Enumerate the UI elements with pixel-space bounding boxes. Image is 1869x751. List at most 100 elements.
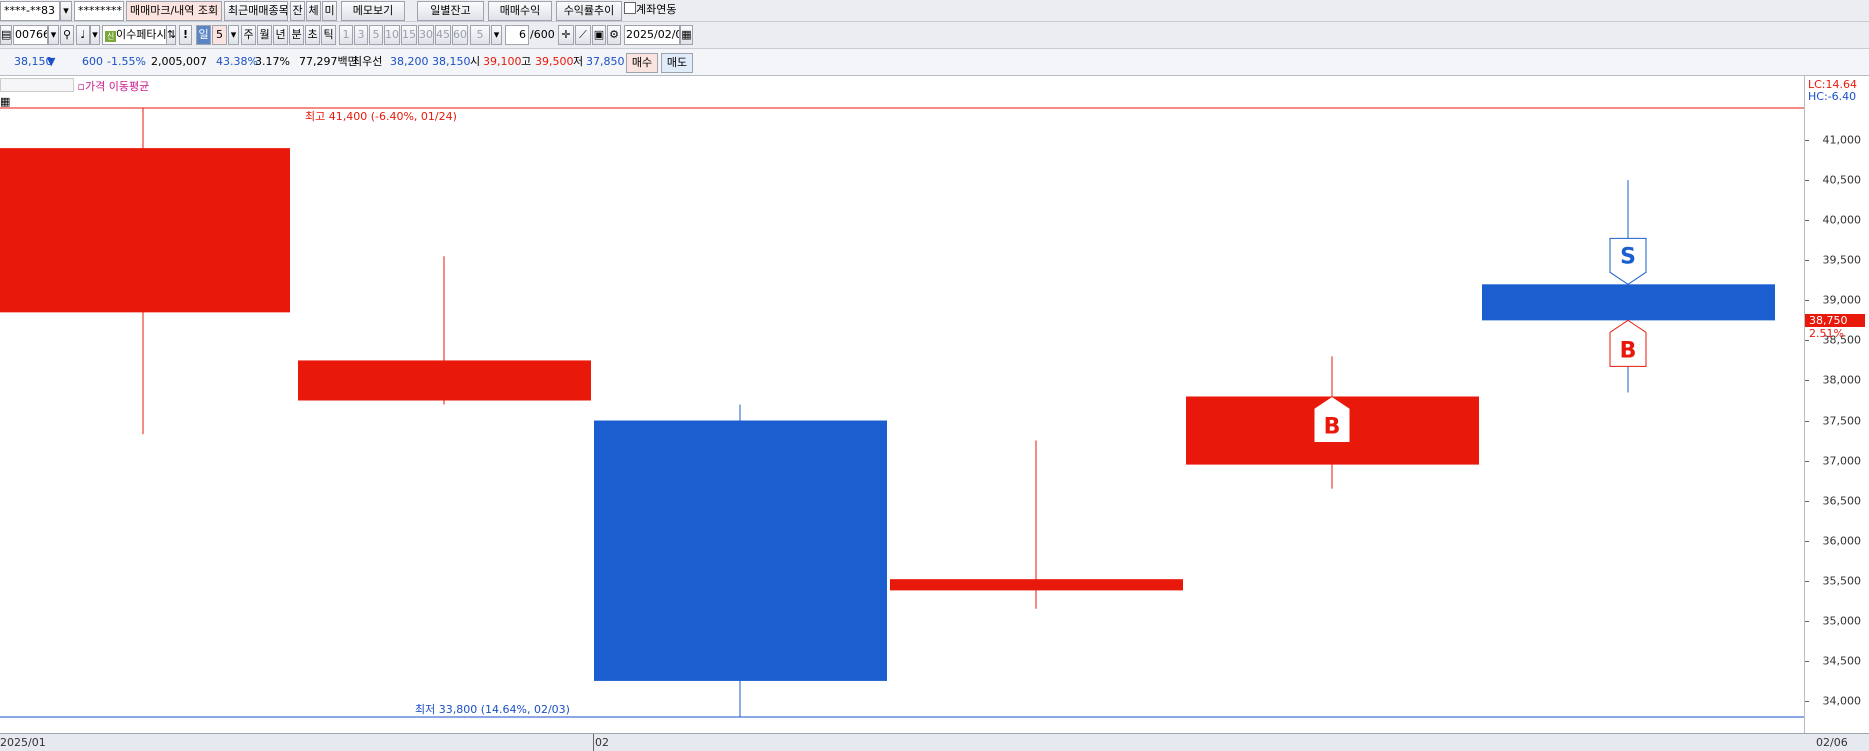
grid-table-icon[interactable]: ▦: [0, 96, 12, 108]
candlestick-chart[interactable]: 최고 41,400 (-6.40%, 01/24) 최저 33,800 (14.6…: [0, 76, 1804, 733]
interval-button-45[interactable]: 45: [435, 25, 451, 45]
period-tick-button[interactable]: 틱: [321, 25, 336, 45]
interval-button-60[interactable]: 60: [452, 25, 468, 45]
open-price: 39,100: [483, 55, 522, 68]
trade-profit-button[interactable]: 매매수익: [488, 1, 552, 21]
period-second-button[interactable]: 초: [305, 25, 320, 45]
recent-trades-button[interactable]: 최근매매종목: [224, 1, 288, 21]
credit-badge-icon: 신: [105, 31, 116, 42]
price-tick-mark: [1805, 500, 1809, 502]
chevron-down-icon: ▾: [63, 4, 69, 17]
interval-button-15[interactable]: 15: [401, 25, 417, 45]
signal-label-s: S: [1620, 244, 1636, 269]
price-tick-mark: [1805, 700, 1809, 702]
period-number-select[interactable]: 5: [212, 25, 227, 45]
speaker-icon[interactable]: ♩: [76, 25, 90, 45]
price-tick-mark: [1805, 580, 1809, 582]
current-change-pct: 2.51%: [1809, 327, 1844, 341]
price-tick-mark: [1805, 460, 1809, 462]
open-label: 시: [470, 55, 481, 68]
checkbox-icon: [624, 2, 636, 14]
sell-button[interactable]: 매도: [661, 53, 693, 73]
price-tick-mark: [1805, 540, 1809, 542]
trade-mark-query-button[interactable]: 매매마크/내역 조회: [126, 1, 222, 21]
save-icon[interactable]: ▣: [592, 25, 606, 45]
trend-line-icon[interactable]: ⟋: [575, 25, 591, 45]
interval-button-30[interactable]: 30: [418, 25, 434, 45]
data-count-total: /600: [530, 28, 555, 41]
price-tick-label: 38,000: [1822, 373, 1862, 387]
tab-balance[interactable]: 잔: [290, 1, 305, 21]
period-low-note: 최저 33,800 (14.64%, 02/03): [415, 703, 570, 716]
period-minute-button[interactable]: 분: [289, 25, 304, 45]
crosshair-icon[interactable]: ✛: [558, 25, 574, 45]
candle-body: [890, 579, 1183, 591]
price-tick-label: 35,500: [1822, 574, 1862, 588]
price-tick-mark: [1805, 620, 1809, 622]
interval-button-3[interactable]: 3: [354, 25, 368, 45]
calendar-icon[interactable]: ▦: [680, 25, 693, 45]
interval-button-5[interactable]: 5: [369, 25, 383, 45]
interval-button-1[interactable]: 1: [339, 25, 353, 45]
price-tick-mark: [1805, 300, 1809, 302]
gear-icon[interactable]: ⚙: [607, 25, 621, 45]
x-divider: [593, 734, 594, 751]
x-label-start: 2025/01: [0, 736, 46, 749]
price-tick-label: 41,000: [1822, 133, 1862, 147]
profit-rate-trend-button[interactable]: 수익률추이: [556, 1, 622, 21]
search-icon[interactable]: ⚲: [60, 25, 74, 45]
alert-icon[interactable]: !: [179, 25, 192, 45]
account-link-label: 계좌연동: [636, 3, 677, 16]
down-arrow-icon: ▼: [47, 55, 56, 68]
price-tick-label: 34,500: [1822, 654, 1862, 668]
price-tick-label: 40,500: [1822, 173, 1862, 187]
period-high-note: 최고 41,400 (-6.40%, 01/24): [305, 110, 457, 123]
best-ask-price: 38,200: [390, 55, 429, 68]
interval-dropdown-button[interactable]: ▾: [491, 25, 502, 45]
period-day-button[interactable]: 일: [196, 25, 211, 45]
signal-label-b: B: [1324, 414, 1341, 439]
menu-icon[interactable]: ▤: [0, 25, 12, 45]
daily-balance-button[interactable]: 일별잔고: [417, 1, 484, 21]
price-tick-label: 39,500: [1822, 253, 1862, 267]
price-tick-label: 34,000: [1822, 694, 1862, 708]
code-dropdown-button[interactable]: ▾: [48, 25, 59, 45]
volume-ratio: 43.38%: [216, 55, 258, 68]
price-tick-mark: [1805, 340, 1809, 342]
speaker-dropdown-button[interactable]: ▾: [90, 25, 100, 45]
trade-amount: 77,297백만: [299, 55, 358, 68]
tab-filled[interactable]: 체: [306, 1, 321, 21]
quote-bar: 38,150 ▼ 600 -1.55% 2,005,007 43.38% 3.1…: [0, 49, 1869, 76]
candle-body: [0, 148, 290, 313]
price-change-pct: -1.55%: [107, 55, 146, 68]
period-month-button[interactable]: 월: [257, 25, 272, 45]
account-link-checkbox[interactable]: 계좌연동: [624, 0, 676, 20]
interval-select[interactable]: 5: [470, 25, 490, 45]
price-tick-mark: [1805, 420, 1809, 422]
tab-unfilled[interactable]: 미: [322, 1, 337, 21]
low-price: 37,850: [586, 55, 625, 68]
interval-button-10[interactable]: 10: [384, 25, 400, 45]
stock-code-input[interactable]: 007660: [13, 25, 48, 45]
chevron-down-icon: ▾: [230, 28, 237, 41]
stock-name-field[interactable]: 신 이수페타시스: [102, 25, 176, 45]
x-label-month: 02: [595, 736, 609, 749]
up-down-arrow-icon[interactable]: ⇅: [166, 25, 176, 45]
data-count-input[interactable]: 6: [505, 25, 529, 45]
date-input[interactable]: 2025/02/07: [624, 25, 680, 45]
buy-button[interactable]: 매수: [626, 53, 658, 73]
candle-body: [298, 360, 591, 401]
account-number-field[interactable]: ****-**83: [0, 1, 60, 21]
account-dropdown-button[interactable]: ▾: [60, 1, 72, 21]
period-week-button[interactable]: 주: [241, 25, 256, 45]
price-tick-label: 40,000: [1822, 213, 1862, 227]
price-tick-label: 36,000: [1822, 534, 1862, 548]
password-field[interactable]: ********: [74, 1, 124, 21]
memo-view-button[interactable]: 메모보기: [341, 1, 405, 21]
price-tick-label: 37,000: [1822, 454, 1862, 468]
chevron-down-icon: ▾: [493, 28, 500, 41]
period-year-button[interactable]: 년: [273, 25, 288, 45]
period-dropdown-button[interactable]: ▾: [228, 25, 239, 45]
current-price-tag: 38,750: [1805, 314, 1865, 328]
chart-toolbar: ▤ 007660 ▾ ⚲ ♩ ▾ 신이수페타시스 ⇅ ! 일 5 ▾ 주 월 년…: [0, 22, 1869, 49]
